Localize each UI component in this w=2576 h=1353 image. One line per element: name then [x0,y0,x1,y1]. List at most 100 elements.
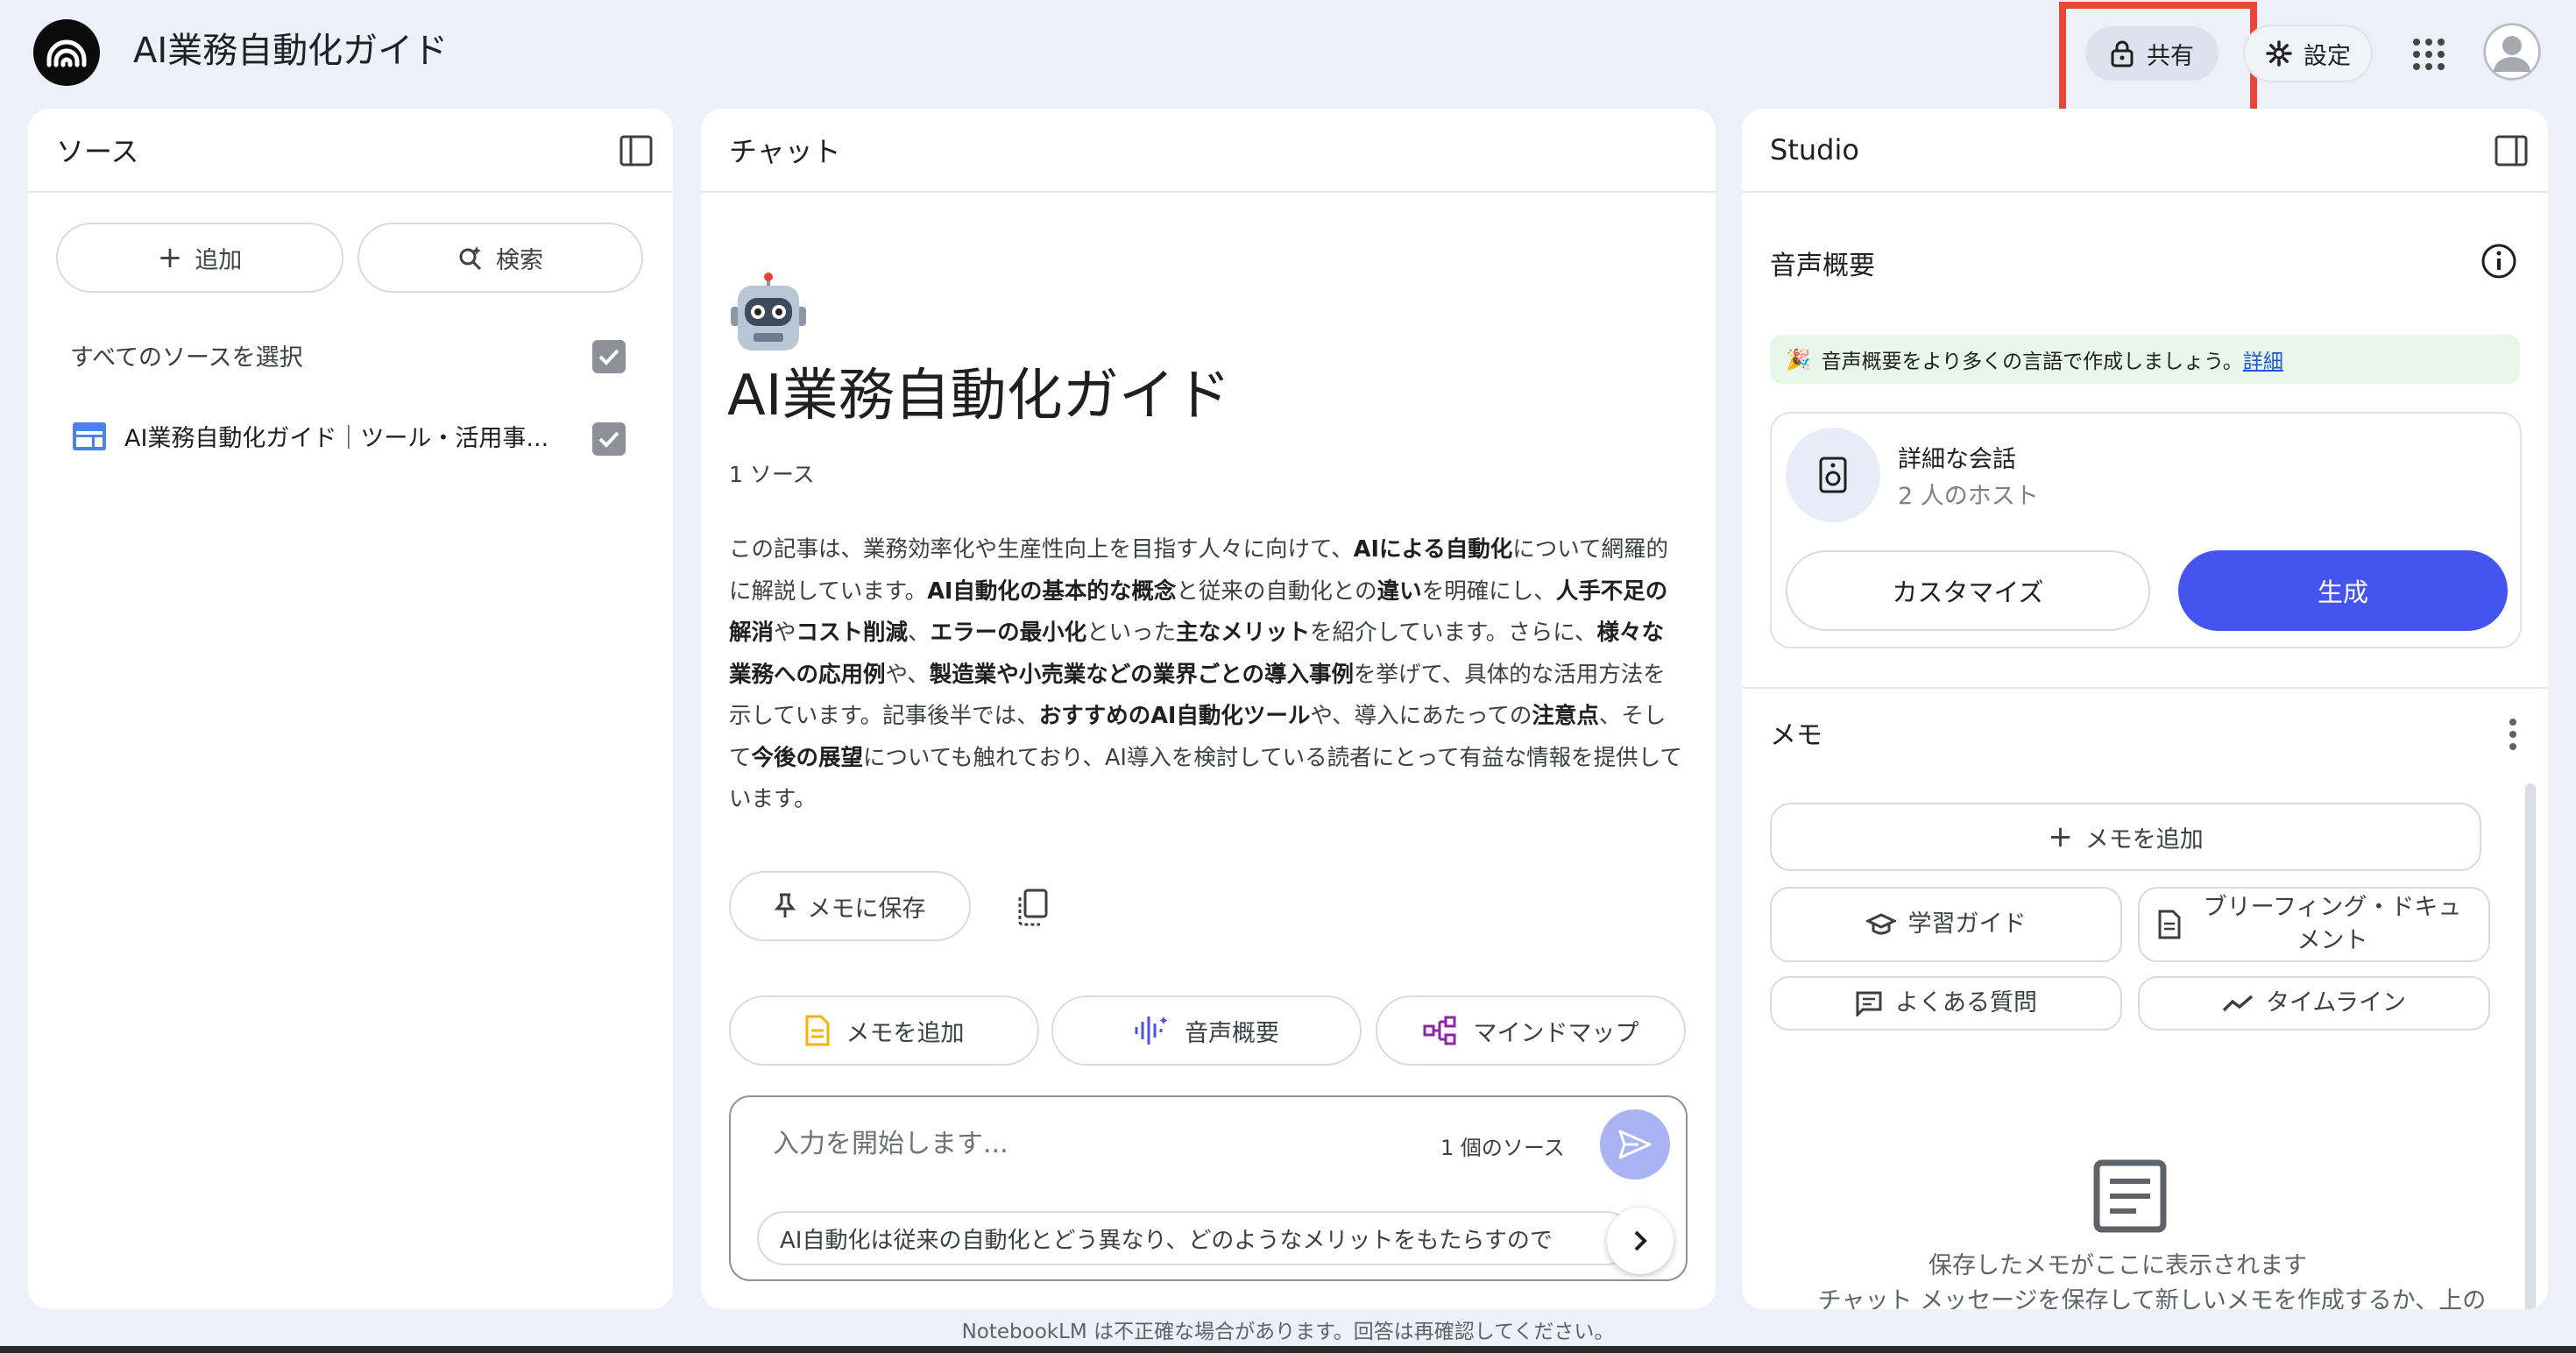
chat-title: チャット [729,135,841,168]
collapse-panel-icon[interactable] [2494,133,2529,168]
summary-highlight: 主なメリット [1176,620,1311,646]
summary-text: と従来の自動化との [1176,577,1377,605]
speaker-icon [1786,428,1880,522]
add-source-button[interactable]: + 追加 [56,223,343,293]
plus-icon: + [2048,819,2073,854]
studio-title: Studio [1770,133,1859,166]
share-highlight-box [2059,2,2257,119]
settings-label: 設定 [2304,42,2351,70]
web-source-icon [73,421,106,450]
summary-text: や、導入にあたっての [1310,703,1532,729]
studio-panel: Studio 音声概要 🎉 音声概要をより多くの言語で作成しましょう。 詳細 詳… [1742,109,2548,1309]
add-memo-action-button[interactable]: メモを追加 [729,995,1039,1066]
memo-section-title: メモ [1770,720,1822,751]
summary-text: 、 [908,620,931,646]
select-all-checkbox[interactable] [592,340,626,373]
mind-map-action-button[interactable]: マインドマップ [1376,995,1686,1066]
robot-emoji-icon [731,273,806,351]
empty-notes-text: 保存したメモがここに表示されます [1928,1252,2307,1279]
summary-text: を明確にし、 [1421,577,1556,605]
party-popper-icon: 🎉 [1786,348,1811,372]
apps-grid-icon[interactable] [2410,35,2448,74]
generate-button[interactable]: 生成 [2178,550,2508,631]
audio-overview-title: 音声概要 [1770,251,1875,281]
gear-icon [2266,40,2292,67]
copy-icon[interactable] [1015,889,1050,927]
audio-overview-action-button[interactable]: 音声概要 [1051,995,1362,1066]
add-memo-button[interactable]: + メモを追加 [1770,803,2481,871]
summary-highlight: 製造業や小売業などの業界ごとの導入事例 [929,661,1355,688]
source-item[interactable]: AI業務自動化ガイド｜ツール・活用事... [72,419,580,453]
next-suggestion-button[interactable] [1607,1208,1674,1274]
conversation-hosts: 2 人のホスト [1898,483,2039,510]
notebooklm-logo[interactable] [33,19,100,86]
source-item-checkbox[interactable] [592,422,626,456]
section-divider [1742,687,2548,689]
send-button[interactable] [1600,1109,1670,1179]
sources-panel: ソース + 追加 検索 すべてのソースを選択 AI業務自動化ガイド｜ツール・活用… [28,109,673,1309]
summary-highlight: AI自動化の基本的な概念 [927,577,1177,605]
summary-highlight: コスト削減 [796,620,909,646]
search-source-button[interactable]: 検索 [357,223,643,293]
search-spark-icon [459,246,482,271]
user-avatar[interactable] [2483,23,2541,81]
info-icon[interactable] [2480,242,2518,280]
mind-map-icon [1423,1016,1455,1045]
pin-icon [774,893,796,917]
summary-text: や、 [885,661,930,688]
faq-button[interactable]: よくある質問 [1770,976,2122,1031]
summary-text: この記事は、業務効率化や生産性向上を目指す人々に向けて、 [729,536,1354,563]
source-item-label: AI業務自動化ガイド｜ツール・活用事... [124,425,549,452]
disclaimer-footer: NotebookLM は不正確な場合があります。回答は再確認してください。 [961,1321,1615,1343]
chat-panel: チャット AI業務自動化ガイド 1 ソース この記事は、業務効率化や生産性向上を… [701,109,1716,1309]
summary-highlight: 今後の展望 [751,744,864,771]
suggested-question-chip[interactable]: AI自動化は従来の自動化とどう異なり、どのようなメリットをもたらすので [757,1211,1633,1265]
chat-header: チャット [701,109,1716,193]
settings-button[interactable]: 設定 [2243,25,2373,82]
chat-input-placeholder[interactable]: 入力を開始します... [773,1122,1008,1160]
briefing-document-button[interactable]: ブリーフィング・ドキュメント [2138,887,2490,962]
notebook-title[interactable]: AI業務自動化ガイド [133,26,448,75]
empty-notes-icon [2093,1159,2167,1233]
sources-header: ソース [28,109,673,193]
summary-highlight: おすすめのAI自動化ツール [1038,703,1311,729]
summary-text: や [774,620,796,646]
summary-text: についても触れており、AI導入を検討している読者にとって有益な情報を提供していま… [729,744,1682,813]
timeline-icon [2222,995,2254,1012]
collapse-panel-icon[interactable] [619,133,654,168]
notebook-heading: AI業務自動化ガイド [727,364,1231,429]
summary-highlight: エラーの最小化 [930,620,1087,646]
window-bottom-edge [0,1346,2576,1353]
summary-highlight: 注意点 [1532,703,1599,729]
timeline-button[interactable]: タイムライン [2138,976,2490,1031]
summary-highlight: 違い [1376,577,1422,605]
memo-scrollbar[interactable] [2525,783,2536,1309]
faq-icon [1856,991,1882,1017]
notebook-summary: この記事は、業務効率化や生産性向上を目指す人々に向けて、AIによる自動化について… [729,529,1684,821]
plus-icon: + [157,240,183,275]
document-icon [2158,910,2181,939]
summary-text: といった [1086,620,1177,646]
input-source-count: 1 個のソース [1440,1136,1565,1160]
conversation-title: 詳細な会話 [1898,446,2016,473]
audio-wave-icon [1135,1017,1168,1045]
summary-text: を紹介しています。さらに、 [1310,620,1597,646]
chat-input-box[interactable]: 入力を開始します... 1 個のソース AI自動化は従来の自動化とどう異なり、ど… [729,1095,1688,1281]
send-icon [1618,1130,1652,1159]
audio-language-banner: 🎉 音声概要をより多くの言語で作成しましょう。 詳細 [1770,335,2520,384]
sources-title: ソース [56,135,139,168]
select-all-label: すべてのソースを選択 [70,344,303,372]
source-count: 1 ソース [729,462,815,487]
graduation-cap-icon [1865,913,1896,935]
save-to-memo-button[interactable]: メモに保存 [729,871,971,941]
studio-header: Studio [1742,109,2548,193]
more-options-icon[interactable] [2504,715,2522,754]
summary-highlight: AIによる自動化 [1353,536,1513,563]
banner-details-link[interactable]: 詳細 [2243,344,2283,374]
customize-button[interactable]: カスタマイズ [1786,550,2150,631]
chevron-right-icon [1634,1230,1647,1251]
note-icon [805,1015,829,1046]
audio-overview-card: 詳細な会話 2 人のホスト カスタマイズ 生成 [1770,412,2522,648]
empty-notes-hint: チャット メッセージを保存して新しいメモを作成するか、上の [1817,1287,2487,1309]
study-guide-button[interactable]: 学習ガイド [1770,887,2122,962]
